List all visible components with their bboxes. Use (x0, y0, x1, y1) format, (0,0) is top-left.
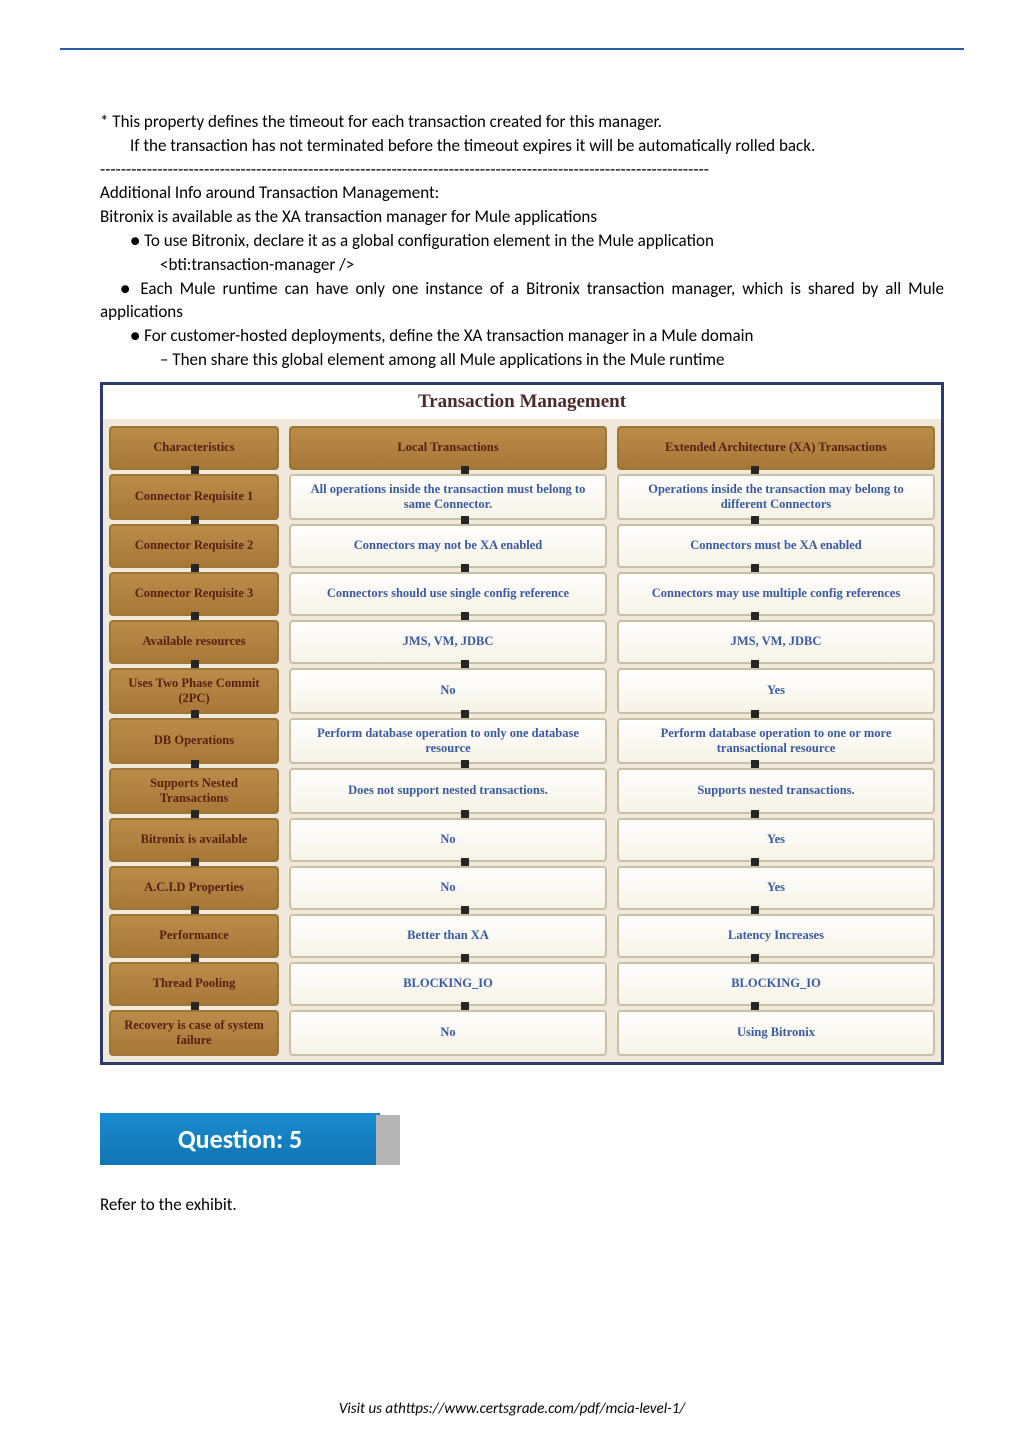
footer-text: Visit us athttps://www.certsgrade.com/pd… (0, 1400, 1024, 1418)
table-row: A.C.I.D Properties No Yes (109, 862, 935, 910)
char-label: Characteristics (109, 426, 279, 470)
table-row: Characteristics Local Transactions Exten… (109, 422, 935, 470)
row-local: Connectors may not be XA enabled (289, 524, 607, 568)
table-row: Bitronix is available No Yes (109, 814, 935, 862)
additional-title: Additional Info around Transaction Manag… (100, 181, 944, 205)
row-xa: Yes (617, 866, 935, 910)
additional-l4: ● Each Mule runtime can have only one in… (100, 277, 944, 325)
table-row: Thread Pooling BLOCKING_IO BLOCKING_IO (109, 958, 935, 1006)
page-content: * This property defines the timeout for … (0, 0, 1024, 1257)
additional-l2: ● To use Bitronix, declare it as a globa… (100, 229, 944, 253)
local-header: Local Transactions (289, 426, 607, 470)
row-xa: Yes (617, 668, 935, 714)
table-row: Supports Nested Transactions Does not su… (109, 764, 935, 814)
additional-l5: ● For customer-hosted deployments, defin… (100, 324, 944, 348)
row-xa: Supports nested transactions. (617, 768, 935, 814)
additional-l6: – Then share this global element among a… (100, 348, 944, 372)
table-title: Transaction Management (103, 385, 941, 419)
row-label: Connector Requisite 1 (109, 474, 279, 520)
table-row: Performance Better than XA Latency Incre… (109, 910, 935, 958)
row-label: Uses Two Phase Commit (2PC) (109, 668, 279, 714)
row-label: DB Operations (109, 718, 279, 764)
row-local: BLOCKING_IO (289, 962, 607, 1006)
row-label: Available resources (109, 620, 279, 664)
row-xa: Perform database operation to one or mor… (617, 718, 935, 764)
row-local: No (289, 818, 607, 862)
table-row: Connector Requisite 2 Connectors may not… (109, 520, 935, 568)
row-local: No (289, 1010, 607, 1056)
row-label: Performance (109, 914, 279, 958)
table-row: DB Operations Perform database operation… (109, 714, 935, 764)
row-xa: Latency Increases (617, 914, 935, 958)
row-local: All operations inside the transaction mu… (289, 474, 607, 520)
row-xa: Yes (617, 818, 935, 862)
separator-line: ----------------------------------------… (100, 158, 944, 182)
row-local: No (289, 668, 607, 714)
banner-shadow (376, 1115, 400, 1165)
table-row: Available resources JMS, VM, JDBC JMS, V… (109, 616, 935, 664)
row-local: Connectors should use single config refe… (289, 572, 607, 616)
table-row: Uses Two Phase Commit (2PC) No Yes (109, 664, 935, 714)
row-xa: Operations inside the transaction may be… (617, 474, 935, 520)
intro-block: * This property defines the timeout for … (100, 110, 944, 372)
row-local: Perform database operation to only one d… (289, 718, 607, 764)
row-xa: Connectors must be XA enabled (617, 524, 935, 568)
row-xa: BLOCKING_IO (617, 962, 935, 1006)
additional-l3: <bti:transaction-manager /> (100, 253, 944, 277)
table-row: Connector Requisite 1 All operations ins… (109, 470, 935, 520)
row-local: Does not support nested transactions. (289, 768, 607, 814)
table-row: Recovery is case of system failure No Us… (109, 1006, 935, 1056)
row-label: Bitronix is available (109, 818, 279, 862)
intro-line1: * This property defines the timeout for … (100, 110, 944, 134)
row-label: Recovery is case of system failure (109, 1010, 279, 1056)
xa-header: Extended Architecture (XA) Transactions (617, 426, 935, 470)
table-body: Characteristics Local Transactions Exten… (103, 419, 941, 1062)
transaction-table: Transaction Management Characteristics L… (100, 382, 944, 1065)
row-local: Better than XA (289, 914, 607, 958)
row-local: No (289, 866, 607, 910)
row-label: Connector Requisite 2 (109, 524, 279, 568)
row-label: Supports Nested Transactions (109, 768, 279, 814)
refer-text: Refer to the exhibit. (100, 1193, 944, 1217)
row-label: A.C.I.D Properties (109, 866, 279, 910)
question-banner: Question: 5 (100, 1113, 380, 1165)
row-label: Connector Requisite 3 (109, 572, 279, 616)
row-local: JMS, VM, JDBC (289, 620, 607, 664)
additional-l1: Bitronix is available as the XA transact… (100, 205, 944, 229)
row-xa: JMS, VM, JDBC (617, 620, 935, 664)
row-xa: Connectors may use multiple config refer… (617, 572, 935, 616)
row-label: Thread Pooling (109, 962, 279, 1006)
intro-line2: If the transaction has not terminated be… (100, 134, 944, 158)
row-xa: Using Bitronix (617, 1010, 935, 1056)
table-row: Connector Requisite 3 Connectors should … (109, 568, 935, 616)
question-banner-wrap: Question: 5 (100, 1089, 944, 1165)
